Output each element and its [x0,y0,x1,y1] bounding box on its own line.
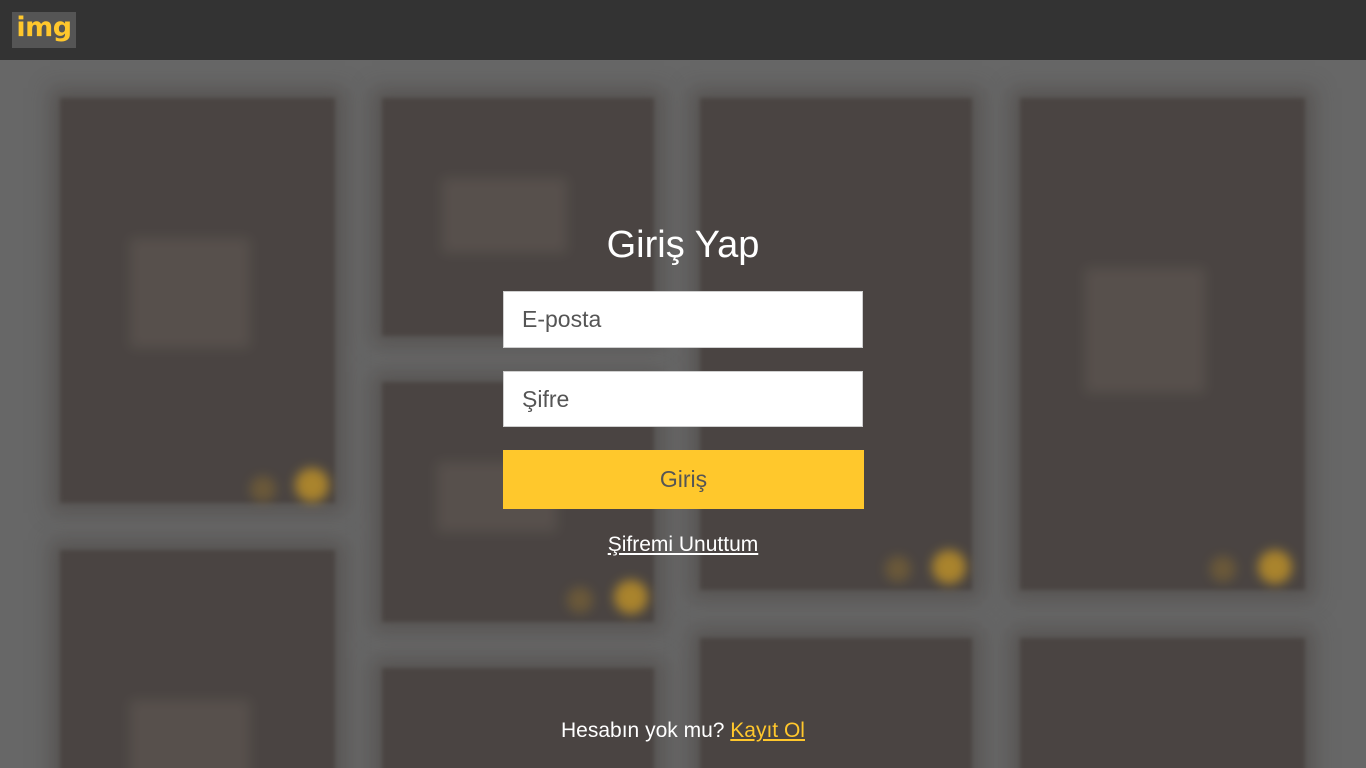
forgot-password-link[interactable]: Şifremi Unuttum [608,533,759,556]
forgot-password-row: Şifremi Unuttum [0,530,1366,560]
top-bar: img [0,0,1366,60]
signup-link[interactable]: Kayıt Ol [730,719,805,742]
signup-row: Hesabın yok mu? Kayıt Ol [0,716,1366,746]
login-button[interactable]: Giriş [503,450,864,509]
login-title: Giriş Yap [606,224,760,266]
email-input[interactable] [503,291,863,348]
logo[interactable]: img [12,12,76,48]
no-account-text: Hesabın yok mu? [561,719,725,742]
password-input[interactable] [503,371,863,427]
